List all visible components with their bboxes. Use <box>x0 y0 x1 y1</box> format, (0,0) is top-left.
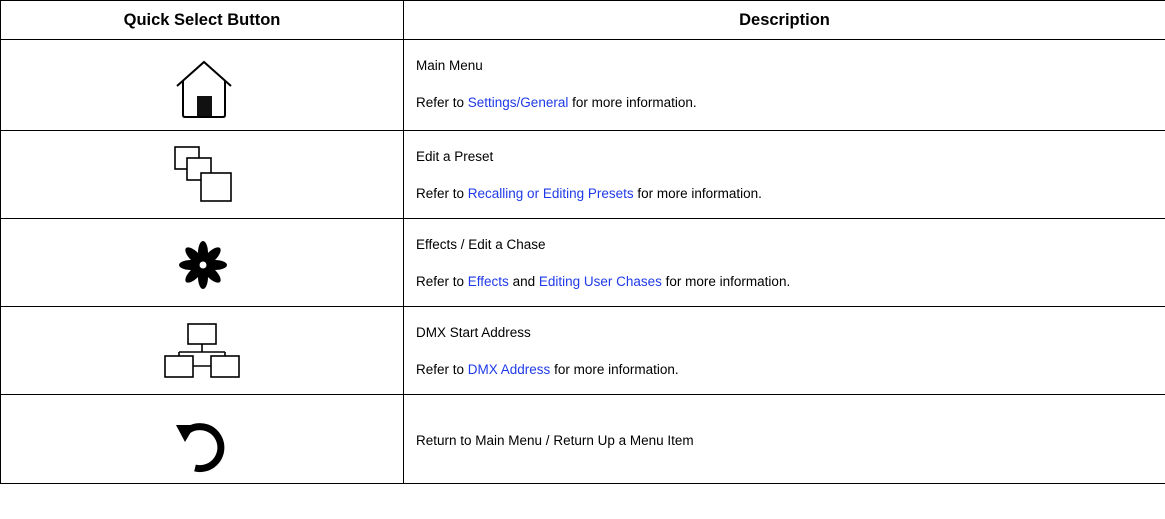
quick-select-button-home[interactable] <box>0 39 404 131</box>
header-quick-select-button: Quick Select Button <box>0 0 404 40</box>
description-dmx-start-address: DMX Start Address Refer to DMX Address f… <box>403 306 1165 395</box>
return-arrow-icon <box>176 423 225 473</box>
link-effects[interactable]: Effects <box>468 274 509 289</box>
description-return: Return to Main Menu / Return Up a Menu I… <box>403 394 1165 484</box>
link-recalling-editing-presets[interactable]: Recalling or Editing Presets <box>468 186 634 201</box>
row-reference: Refer to DMX Address for more informatio… <box>416 362 679 377</box>
row-title: Return to Main Menu / Return Up a Menu I… <box>416 433 694 448</box>
home-icon <box>176 60 232 118</box>
quick-select-button-dmx-address[interactable] <box>0 306 404 395</box>
row-title: Effects / Edit a Chase <box>416 237 546 252</box>
table-row: Effects / Edit a Chase Refer to Effects … <box>0 218 1165 307</box>
link-dmx-address[interactable]: DMX Address <box>468 362 551 377</box>
quick-select-button-return[interactable] <box>0 394 404 484</box>
table-row: Return to Main Menu / Return Up a Menu I… <box>0 394 1165 484</box>
edit-preset-icon <box>174 146 232 202</box>
table-row: Edit a Preset Refer to Recalling or Edit… <box>0 130 1165 219</box>
description-edit-preset: Edit a Preset Refer to Recalling or Edit… <box>403 130 1165 219</box>
dmx-network-icon <box>164 323 240 378</box>
row-title: DMX Start Address <box>416 325 531 340</box>
row-reference: Refer to Recalling or Editing Presets fo… <box>416 186 762 201</box>
description-main-menu: Main Menu Refer to Settings/General for … <box>403 39 1165 131</box>
row-reference: Refer to Effects and Editing User Chases… <box>416 274 791 289</box>
header-description: Description <box>403 0 1165 40</box>
table-header-row: Quick Select Button Description <box>0 0 1165 40</box>
quick-select-table: Quick Select Button Description Main Men… <box>0 0 1165 484</box>
link-editing-user-chases[interactable]: Editing User Chases <box>539 274 662 289</box>
table-row: DMX Start Address Refer to DMX Address f… <box>0 306 1165 395</box>
description-effects: Effects / Edit a Chase Refer to Effects … <box>403 218 1165 307</box>
link-settings-general[interactable]: Settings/General <box>468 95 569 110</box>
quick-select-button-effects[interactable] <box>0 218 404 307</box>
table-row: Main Menu Refer to Settings/General for … <box>0 39 1165 131</box>
row-title: Edit a Preset <box>416 149 494 164</box>
quick-select-button-edit-preset[interactable] <box>0 130 404 219</box>
row-title: Main Menu <box>416 58 483 73</box>
row-reference: Refer to Settings/General for more infor… <box>416 95 697 110</box>
effects-asterisk-icon <box>179 241 227 289</box>
